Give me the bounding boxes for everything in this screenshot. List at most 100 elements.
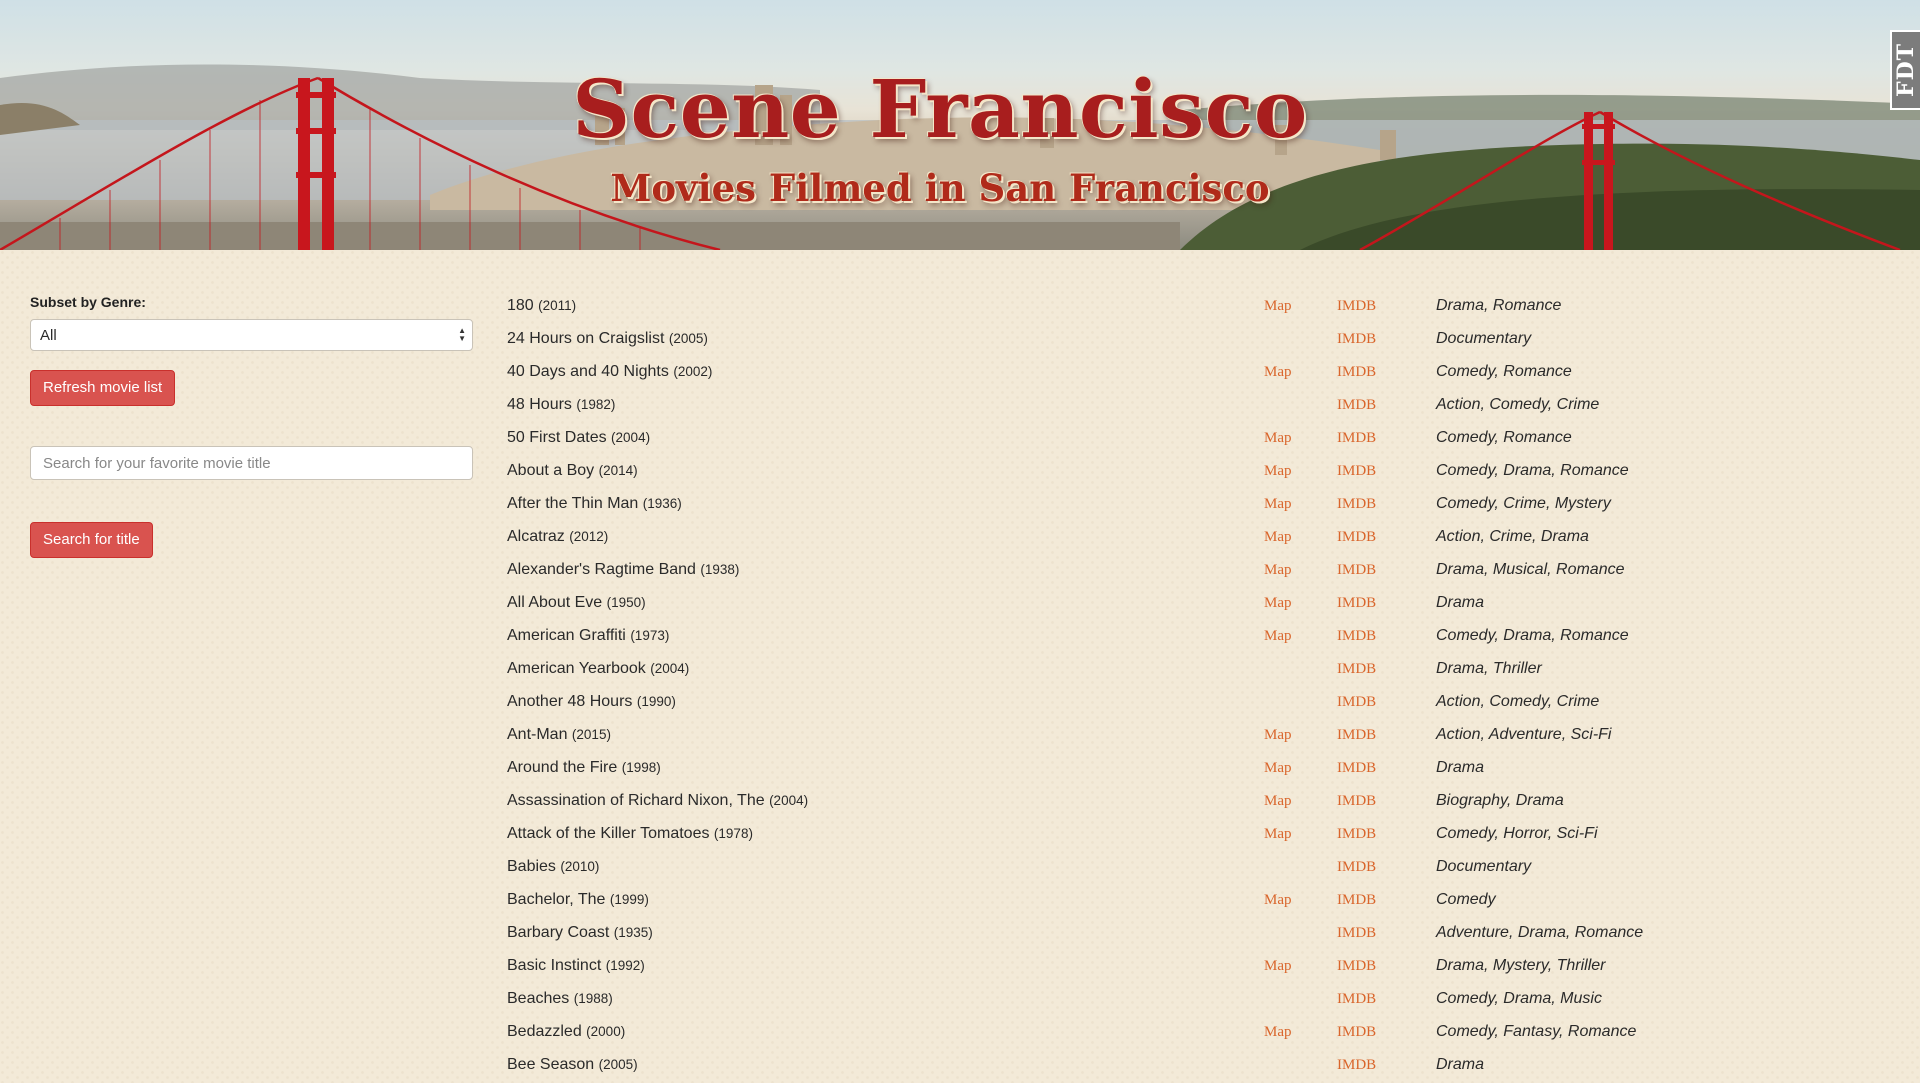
movie-genres: Comedy, Crime, Mystery: [1436, 495, 1611, 512]
movie-genres: Action, Crime, Drama: [1436, 528, 1589, 545]
imdb-link[interactable]: IMDB: [1337, 1057, 1376, 1074]
map-link[interactable]: Map: [1264, 826, 1292, 843]
movie-title: All About Eve (1950): [507, 594, 646, 612]
imdb-link[interactable]: IMDB: [1337, 760, 1376, 777]
movie-title-text: 48 Hours: [507, 396, 572, 413]
imdb-link[interactable]: IMDB: [1337, 958, 1376, 975]
movie-year: (2015): [571, 727, 611, 742]
movie-title-search-input[interactable]: Search for your favorite movie title: [30, 446, 473, 480]
map-link[interactable]: Map: [1264, 562, 1292, 579]
movie-genres: Drama, Thriller: [1436, 660, 1542, 677]
movie-title-text: Another 48 Hours: [507, 693, 633, 710]
movie-year: (1950): [606, 595, 646, 610]
refresh-movie-list-button[interactable]: Refresh movie list: [30, 370, 176, 406]
movie-row: Attack of the Killer Tomatoes (1978) Map I…: [507, 819, 1907, 852]
site-title: Scene Francisco: [572, 62, 1308, 156]
movie-title: 24 Hours on Craigslist (2005): [507, 330, 708, 348]
movie-row: Babies (2010) IMDB Documentary: [507, 852, 1907, 885]
map-link[interactable]: Map: [1264, 529, 1292, 546]
map-link[interactable]: Map: [1264, 364, 1292, 381]
select-arrows-icon: ▲ ▼: [458, 326, 466, 343]
movie-row: Bachelor, The (1999) Map IMDB Comedy: [507, 885, 1907, 918]
map-link[interactable]: Map: [1264, 793, 1292, 810]
movie-title: Basic Instinct (1992): [507, 957, 645, 975]
movie-title-text: Attack of the Killer Tomatoes: [507, 825, 710, 842]
movie-title: Bachelor, The (1999): [507, 891, 649, 909]
imdb-link[interactable]: IMDB: [1337, 793, 1376, 810]
map-link[interactable]: Map: [1264, 760, 1292, 777]
movie-title-text: About a Boy: [507, 462, 595, 479]
movie-genres: Comedy, Fantasy, Romance: [1436, 1023, 1637, 1040]
movie-row: About a Boy (2014) Map IMDB Comedy, Drama, …: [507, 456, 1907, 489]
imdb-link[interactable]: IMDB: [1337, 430, 1376, 447]
movie-genres: Action, Comedy, Crime: [1436, 693, 1600, 710]
map-link[interactable]: Map: [1264, 463, 1292, 480]
imdb-link[interactable]: IMDB: [1337, 496, 1376, 513]
movie-title-text: Bachelor, The: [507, 891, 606, 908]
movie-title-text: Assassination of Richard Nixon, The: [507, 792, 765, 809]
imdb-link[interactable]: IMDB: [1337, 529, 1376, 546]
movie-year: (1990): [636, 694, 676, 709]
movie-row: Assassination of Richard Nixon, The (200…: [507, 786, 1907, 819]
movie-genres: Comedy, Drama, Music: [1436, 990, 1602, 1007]
movie-title-text: Ant-Man: [507, 726, 568, 743]
movie-year: (1988): [573, 991, 613, 1006]
movie-row: Bee Season (2005) IMDB Drama: [507, 1050, 1907, 1083]
imdb-link[interactable]: IMDB: [1337, 694, 1376, 711]
movie-title-text: Beaches: [507, 990, 570, 1007]
movie-title: Attack of the Killer Tomatoes (1978): [507, 825, 753, 843]
imdb-link[interactable]: IMDB: [1337, 331, 1376, 348]
map-link[interactable]: Map: [1264, 595, 1292, 612]
movie-row: After the Thin Man (1936) Map IMDB Comedy, …: [507, 489, 1907, 522]
movie-title: Ant-Man (2015): [507, 726, 611, 744]
fdt-badge[interactable]: FDT: [1890, 30, 1920, 110]
movie-year: (1982): [576, 397, 616, 412]
map-link[interactable]: Map: [1264, 298, 1292, 315]
imdb-link[interactable]: IMDB: [1337, 925, 1376, 942]
movie-genres: Adventure, Drama, Romance: [1436, 924, 1644, 941]
movie-year: (2004): [769, 793, 809, 808]
map-link[interactable]: Map: [1264, 892, 1292, 909]
movie-year: (2002): [673, 364, 713, 379]
movie-row: American Graffiti (1973) Map IMDB Comedy, D…: [507, 621, 1907, 654]
movie-genres: Documentary: [1436, 330, 1532, 347]
map-link[interactable]: Map: [1264, 430, 1292, 447]
imdb-link[interactable]: IMDB: [1337, 727, 1376, 744]
movie-genres: Drama: [1436, 594, 1485, 611]
movie-title-text: After the Thin Man: [507, 495, 639, 512]
movie-row: Bedazzled (2000) Map IMDB Comedy, Fantasy, …: [507, 1017, 1907, 1050]
imdb-link[interactable]: IMDB: [1337, 562, 1376, 579]
imdb-link[interactable]: IMDB: [1337, 859, 1376, 876]
fdt-badge-label: FDT: [1893, 42, 1920, 98]
imdb-link[interactable]: IMDB: [1337, 892, 1376, 909]
map-link[interactable]: Map: [1264, 1024, 1292, 1041]
movie-title-text: Bedazzled: [507, 1023, 582, 1040]
imdb-link[interactable]: IMDB: [1337, 661, 1376, 678]
map-link[interactable]: Map: [1264, 628, 1292, 645]
imdb-link[interactable]: IMDB: [1337, 991, 1376, 1008]
movie-title: Beaches (1988): [507, 990, 613, 1008]
movie-title: Bee Season (2005): [507, 1056, 638, 1074]
imdb-link[interactable]: IMDB: [1337, 826, 1376, 843]
movie-row: All About Eve (1950) Map IMDB Drama: [507, 588, 1907, 621]
map-link[interactable]: Map: [1264, 727, 1292, 744]
movie-genres: Drama, Mystery, Thriller: [1436, 957, 1606, 974]
imdb-link[interactable]: IMDB: [1337, 397, 1376, 414]
movie-row: Beaches (1988) IMDB Comedy, Drama, Music: [507, 984, 1907, 1017]
imdb-link[interactable]: IMDB: [1337, 364, 1376, 381]
imdb-link[interactable]: IMDB: [1337, 298, 1376, 315]
imdb-link[interactable]: IMDB: [1337, 628, 1376, 645]
genre-select[interactable]: All ▲ ▼: [30, 319, 473, 351]
imdb-link[interactable]: IMDB: [1337, 463, 1376, 480]
imdb-link[interactable]: IMDB: [1337, 595, 1376, 612]
imdb-link[interactable]: IMDB: [1337, 1024, 1376, 1041]
movie-genres: Comedy, Romance: [1436, 429, 1572, 446]
movie-title: Babies (2010): [507, 858, 599, 876]
movie-title: Barbary Coast (1935): [507, 924, 653, 942]
movie-title-text: Alcatraz: [507, 528, 565, 545]
search-for-title-button[interactable]: Search for title: [30, 522, 153, 558]
map-link[interactable]: Map: [1264, 496, 1292, 513]
movie-genres: Action, Comedy, Crime: [1436, 396, 1600, 413]
movie-year: (1973): [630, 628, 670, 643]
map-link[interactable]: Map: [1264, 958, 1292, 975]
